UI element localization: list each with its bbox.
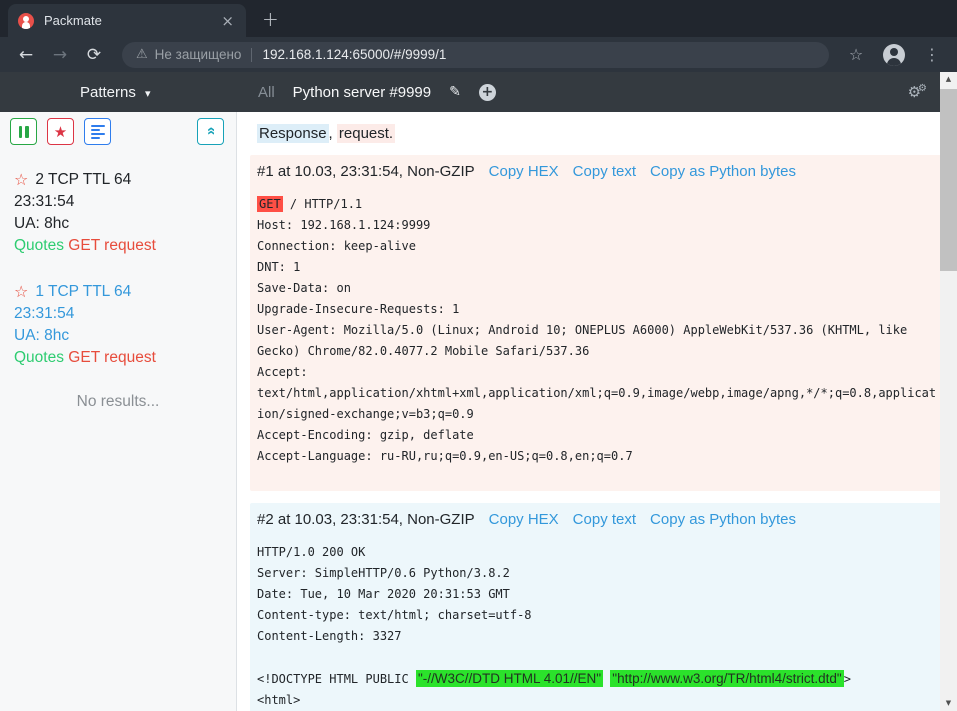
star-outline-icon[interactable]: ☆ (14, 169, 28, 191)
star-outline-icon[interactable]: ☆ (14, 281, 28, 303)
profile-avatar[interactable] (883, 44, 905, 66)
streams-sidebar: ★ » ☆ 2 TCP TTL 64 23:31:54 UA: 8hc Quot… (0, 112, 237, 711)
scroll-down-icon[interactable]: ▼ (940, 696, 957, 711)
browser-tab-bar: Packmate × + (0, 0, 957, 37)
packet-card-response: #2 at 10.03, 23:31:54, Non-GZIP Copy HEX… (250, 503, 947, 711)
settings-gears-icon[interactable]: ⚙⚙ (908, 83, 927, 101)
stream-tags: Quotes GET request (14, 347, 226, 369)
tab-current-pattern[interactable]: Python server #9999 (293, 84, 431, 101)
address-bar[interactable]: ⚠ Не защищено 192.168.1.124:65000/#/9999… (122, 42, 829, 68)
packet-body: HTTP/1.0 200 OK Server: SimpleHTTP/0.6 P… (257, 542, 937, 711)
stream-item[interactable]: ☆ 2 TCP TTL 64 23:31:54 UA: 8hc Quotes G… (10, 169, 226, 257)
url-text: 192.168.1.124:65000/#/9999/1 (262, 47, 446, 62)
page-scrollbar[interactable]: ▲ ▼ (940, 72, 957, 711)
list-filter-button[interactable] (84, 118, 111, 145)
copy-python-bytes-link[interactable]: Copy as Python bytes (650, 163, 796, 180)
tag-pattern: GET request (68, 349, 156, 366)
add-pattern-button[interactable]: + (479, 84, 496, 101)
packet-header: #1 at 10.03, 23:31:54, Non-GZIP (257, 163, 475, 180)
stream-time: 23:31:54 (14, 303, 226, 325)
tag-quotes: Quotes (14, 237, 64, 254)
forward-button[interactable]: → (46, 45, 74, 65)
no-results-label: No results... (10, 393, 226, 411)
browser-tab[interactable]: Packmate × (8, 4, 246, 37)
packmate-favicon-icon (18, 13, 34, 29)
packets-panel: Response, request. #1 at 10.03, 23:31:54… (237, 112, 957, 711)
packet-header: #2 at 10.03, 23:31:54, Non-GZIP (257, 511, 475, 528)
collapse-sidebar-button[interactable]: » (197, 118, 224, 145)
pause-capture-button[interactable] (10, 118, 37, 145)
pause-icon (19, 126, 29, 138)
copy-hex-link[interactable]: Copy HEX (489, 511, 559, 528)
favorites-filter-button[interactable]: ★ (47, 118, 74, 145)
back-button[interactable]: ← (12, 45, 40, 65)
highlight-get: GET (257, 196, 283, 212)
tag-quotes: Quotes (14, 349, 64, 366)
app-header: Patterns ▾ All Python server #9999 ✎ + ⚙… (0, 72, 957, 112)
patterns-dropdown[interactable]: Patterns ▾ (80, 84, 151, 101)
highlight-dtd-url: "http://www.w3.org/TR/html4/strict.dtd" (610, 670, 843, 687)
tab-title: Packmate (44, 13, 219, 28)
patterns-label: Patterns (80, 84, 136, 101)
edit-pattern-icon[interactable]: ✎ (449, 84, 461, 100)
url-divider (251, 48, 252, 62)
stream-ua: UA: 8hc (14, 325, 226, 347)
browser-toolbar: ← → ⟳ ⚠ Не защищено 192.168.1.124:65000/… (0, 37, 957, 72)
chevron-down-icon: ▾ (145, 87, 151, 100)
stream-ua: UA: 8hc (14, 213, 226, 235)
tab-all-patterns[interactable]: All (258, 84, 275, 101)
new-tab-button[interactable]: + (262, 7, 279, 31)
scrollbar-thumb[interactable] (940, 89, 957, 271)
copy-text-link[interactable]: Copy text (573, 163, 636, 180)
scroll-up-icon[interactable]: ▲ (940, 72, 957, 87)
highlight-dtd-public: "-//W3C//DTD HTML 4.01//EN" (416, 670, 603, 687)
security-label: Не защищено (155, 47, 242, 62)
stream-tags: Quotes GET request (14, 235, 226, 257)
bookmark-star-icon[interactable]: ☆ (843, 45, 869, 64)
double-chevron-up-icon: » (202, 128, 219, 135)
copy-hex-link[interactable]: Copy HEX (489, 163, 559, 180)
packet-card-request: #1 at 10.03, 23:31:54, Non-GZIP Copy HEX… (250, 155, 947, 491)
found-word-response: Response (257, 124, 329, 143)
reload-button[interactable]: ⟳ (80, 45, 108, 65)
found-word-request: request. (337, 124, 395, 143)
browser-menu-icon[interactable]: ⋮ (919, 45, 945, 64)
packet-body: GET / HTTP/1.1 Host: 192.168.1.124:9999 … (257, 194, 937, 467)
found-words-line: Response, request. (250, 124, 947, 143)
copy-python-bytes-link[interactable]: Copy as Python bytes (650, 511, 796, 528)
not-secure-warning-icon[interactable]: ⚠ (136, 47, 148, 62)
stream-time: 23:31:54 (14, 191, 226, 213)
tab-close-icon[interactable]: × (219, 12, 236, 30)
stream-item-active[interactable]: ☆ 1 TCP TTL 64 23:31:54 UA: 8hc Quotes G… (10, 281, 226, 369)
stream-title: 1 TCP TTL 64 (35, 281, 131, 303)
tag-pattern: GET request (68, 237, 156, 254)
align-left-icon (91, 123, 105, 141)
stream-title: 2 TCP TTL 64 (35, 169, 131, 191)
copy-text-link[interactable]: Copy text (573, 511, 636, 528)
